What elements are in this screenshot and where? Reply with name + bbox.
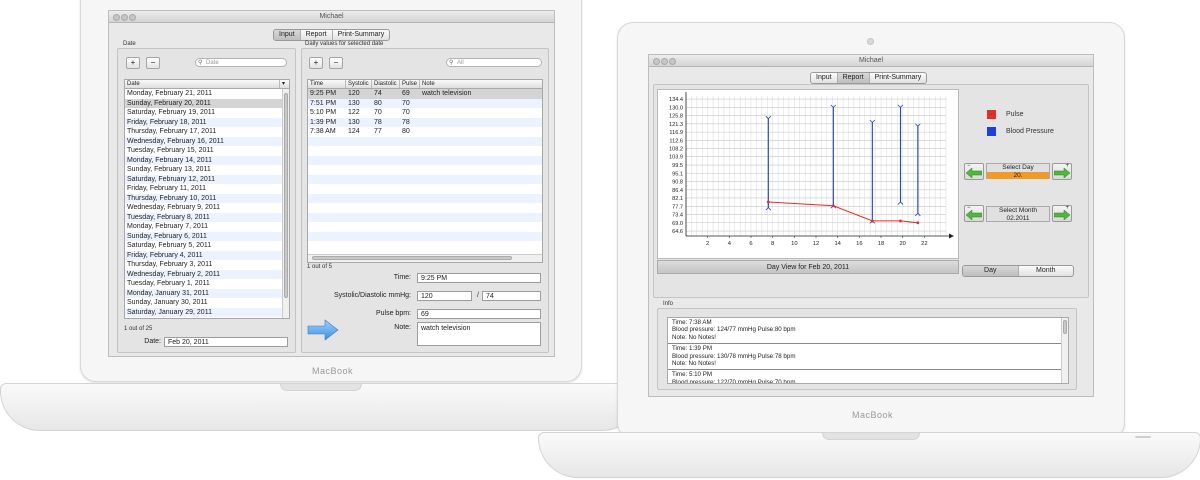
legend-label-pulse: Pulse	[1006, 111, 1024, 118]
y-tick-label: 64.6	[672, 229, 683, 235]
y-tick-label: 103.9	[669, 155, 683, 161]
y-tick-label: 95.1	[672, 171, 683, 177]
legend-swatch-blood-pressure	[987, 127, 996, 136]
bp-systolic-cap	[897, 104, 904, 108]
y-tick-label: 116.9	[669, 130, 683, 136]
y-tick-label: 125.8	[669, 113, 683, 119]
y-tick-label: 90.8	[672, 180, 683, 186]
legend-label-blood-pressure: Blood Pressure	[1006, 128, 1054, 135]
camera-icon	[867, 38, 874, 45]
legend-swatch-pulse	[987, 110, 996, 119]
pulse-point	[766, 200, 770, 204]
select-month-label: Select Month	[999, 207, 1037, 214]
arrow-right-icon	[1054, 168, 1070, 178]
next-day-button[interactable]: +	[1052, 163, 1072, 180]
arrow-left-icon	[966, 168, 982, 178]
info-entry: Time: 5:10 PM Blood pressure: 122/70 mmHg…	[668, 370, 1068, 384]
day-view-button[interactable]: Day	[963, 266, 1019, 276]
chart-caption: Day View for Feb 20, 2011	[766, 264, 850, 271]
info-title: Info	[663, 301, 674, 307]
right-laptop-notch	[822, 433, 920, 440]
arrow-right-icon	[1054, 210, 1070, 220]
info-scrollbar[interactable]	[1061, 318, 1068, 383]
right-tab-bar: Input Report Print-Summary	[810, 72, 928, 84]
pulse-point	[831, 204, 835, 208]
x-tick-label: 8	[771, 241, 774, 247]
scroll-thumb[interactable]	[1063, 320, 1067, 334]
x-tick-label: 12	[813, 241, 819, 247]
right-laptop: Michael Input Report Print-Summary 64.6 6…	[0, 0, 1200, 480]
y-tick-label: 77.7	[672, 204, 683, 210]
y-tick-label: 108.2	[669, 147, 683, 153]
pulse-point	[870, 219, 874, 223]
select-day-label: Select Day	[1002, 164, 1034, 171]
info-entry-line: Blood pressure: 122/70 mmHg Pulse:70 bpm	[672, 378, 796, 384]
info-entry-line: Note: No Notes!	[672, 333, 717, 341]
y-tick-label: 82.1	[672, 196, 683, 202]
pulse-point	[916, 221, 920, 225]
info-entry: Time: 1:39 PM Blood pressure: 130/78 mmHg…	[668, 344, 1068, 371]
x-tick-label: 10	[791, 241, 797, 247]
select-day-box: Select Day 20.	[986, 163, 1050, 179]
select-month-box: Select Month 02.2011	[986, 206, 1050, 222]
y-tick-label: 99.5	[672, 163, 683, 169]
day-chart: 64.6 69.0 73.4 77.7 82.1 86.4 90.8 95.1 99.5 103.…	[657, 89, 959, 259]
bp-diastolic-cap	[897, 201, 904, 205]
info-entry-line: Note: No Notes!	[672, 360, 717, 368]
y-tick-label: 73.4	[672, 212, 683, 218]
bp-diastolic-cap	[765, 207, 772, 211]
chart-x-tick-labels: 2 4 6 8 10 12 14 16 18 20 22	[706, 241, 928, 247]
zoom-button[interactable]	[669, 58, 676, 65]
info-entry: Time: 7:38 AM Blood pressure: 124/77 mmHg…	[668, 318, 1068, 345]
info-entry-line: Blood pressure: 130/78 mmHg Pulse:78 bpm	[672, 352, 796, 360]
arrow-left-icon	[966, 210, 982, 220]
info-list[interactable]: Time: 7:38 AM Blood pressure: 124/77 mmHg…	[667, 317, 1069, 384]
previous-month-button[interactable]: −	[964, 205, 984, 222]
y-tick-label: 121.3	[669, 122, 683, 128]
y-tick-label: 130.0	[669, 105, 683, 111]
x-tick-label: 20	[899, 241, 905, 247]
info-entries: Time: 7:38 AM Blood pressure: 124/77 mmHg…	[668, 318, 1068, 384]
chart-grid	[685, 96, 947, 238]
x-tick-label: 6	[749, 241, 752, 247]
tab-input[interactable]: Input	[811, 73, 838, 83]
bp-systolic-cap	[915, 123, 921, 127]
info-entry-line: Blood pressure: 124/77 mmHg Pulse:80 bpm	[672, 326, 796, 334]
previous-day-button[interactable]: −	[964, 163, 984, 180]
info-entry-line: Time: 5:10 PM	[672, 371, 713, 379]
info-entry-line: Time: 7:38 AM	[672, 319, 712, 326]
right-window-titlebar: Michael	[649, 55, 1093, 67]
x-tick-label: 14	[834, 241, 841, 247]
y-tick-label: 134.4	[669, 97, 683, 103]
tab-print-summary[interactable]: Print-Summary	[870, 73, 927, 83]
chart-y-tick-labels: 64.6 69.0 73.4 77.7 82.1 86.4 90.8 95.1 99.5 103.…	[669, 97, 683, 235]
y-tick-label: 112.6	[669, 138, 683, 144]
y-tick-label: 69.0	[672, 221, 683, 227]
x-tick-label: 2	[706, 241, 709, 247]
minimize-button[interactable]	[661, 58, 668, 65]
bp-systolic-cap	[765, 115, 772, 120]
x-tick-label: 4	[728, 241, 732, 247]
month-view-button[interactable]: Month	[1019, 266, 1074, 276]
x-axis-arrow-icon	[949, 233, 954, 239]
x-tick-label: 18	[878, 241, 884, 247]
x-tick-label: 16	[856, 241, 862, 247]
select-month-value: 02.2011	[1006, 215, 1030, 222]
right-brand-label: MacBook	[852, 410, 894, 420]
select-day-value: 20.	[987, 172, 1049, 179]
pulse-point	[899, 219, 902, 223]
bp-systolic-cap	[830, 104, 837, 108]
tab-report[interactable]: Report	[837, 73, 870, 83]
close-button[interactable]	[653, 58, 660, 65]
next-month-button[interactable]: +	[1052, 205, 1072, 222]
y-tick-label: 86.4	[672, 188, 683, 194]
chart-caption-bar: Day View for Feb 20, 2011	[657, 260, 959, 274]
window-title: Michael	[858, 57, 884, 64]
view-toggle: Day Month	[962, 265, 1074, 277]
right-screen: Michael Input Report Print-Summary 64.6 6…	[648, 54, 1094, 397]
bp-systolic-cap	[869, 119, 876, 124]
info-entry-line: Time: 1:39 PM	[672, 345, 713, 353]
power-indicator	[1135, 436, 1151, 438]
x-tick-label: 22	[921, 241, 927, 247]
